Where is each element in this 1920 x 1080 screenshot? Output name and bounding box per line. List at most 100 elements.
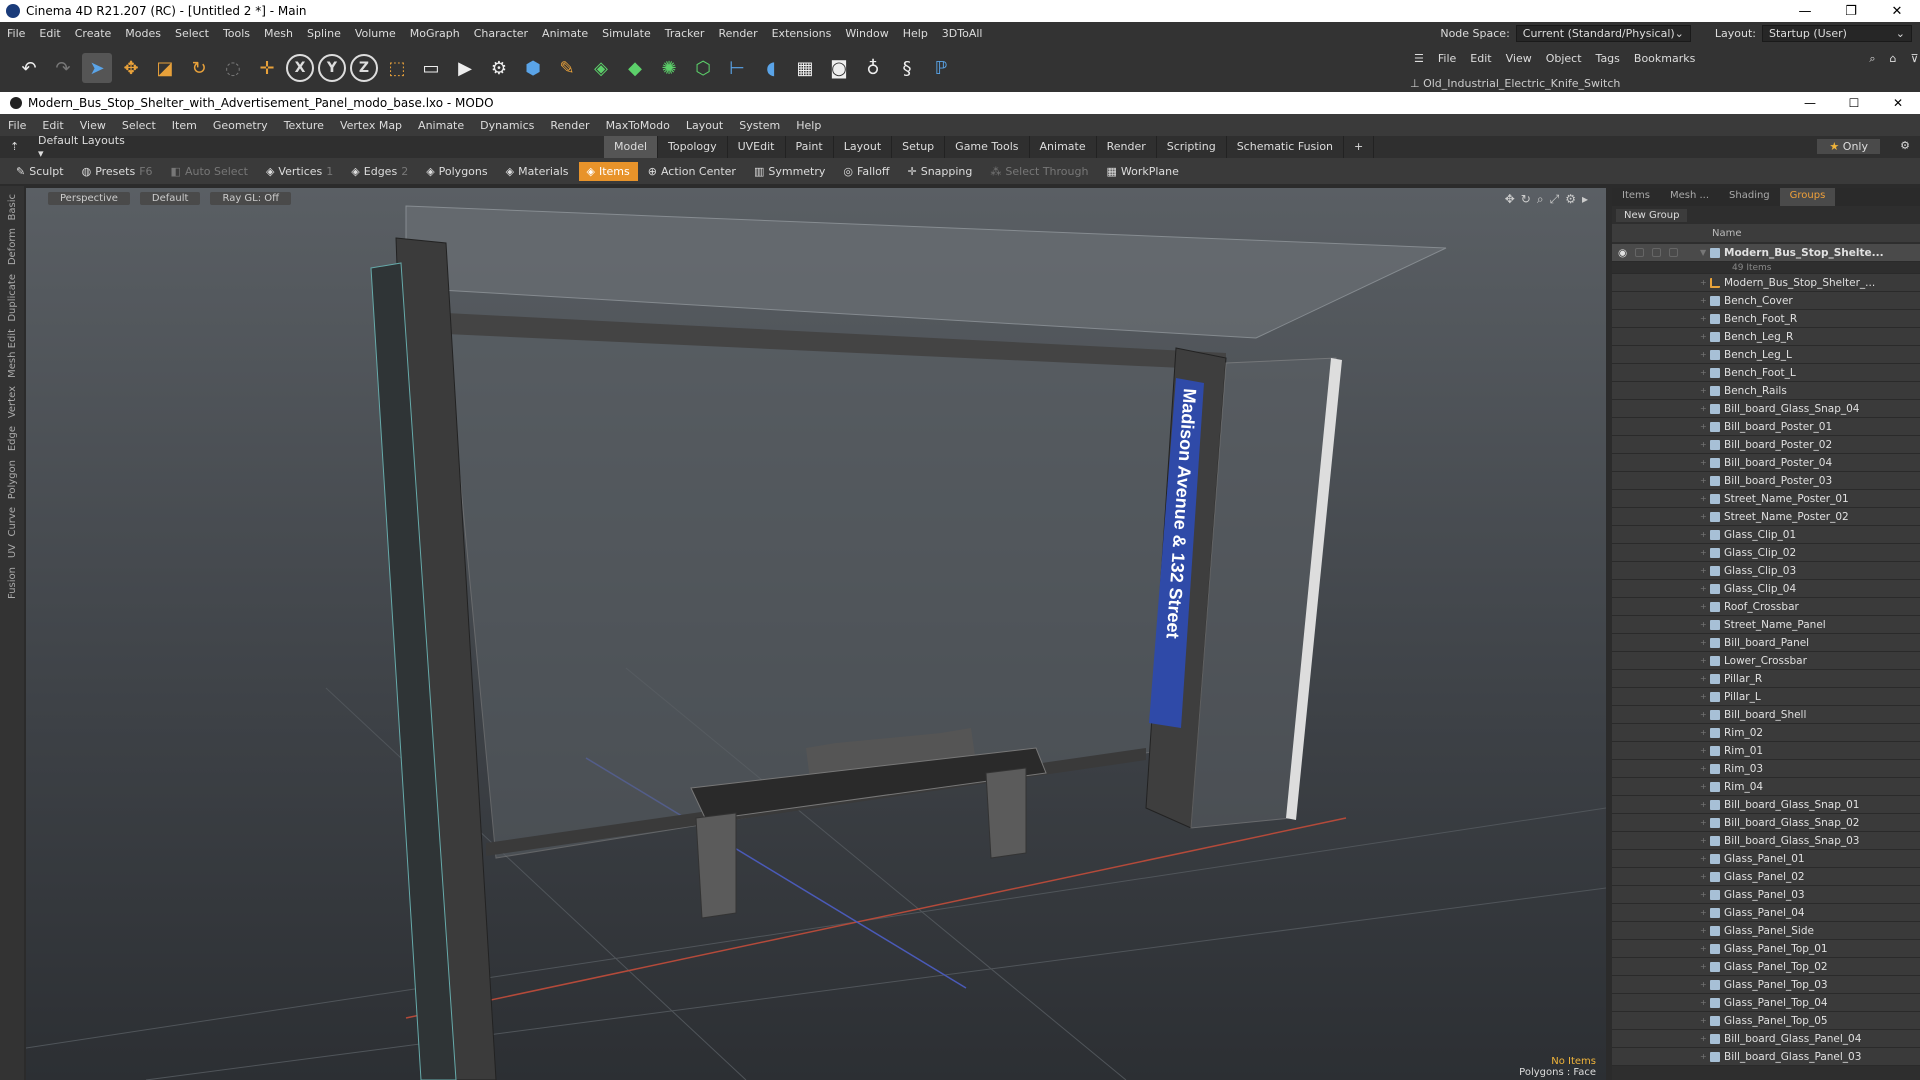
- panel-tab-groups[interactable]: Groups: [1779, 188, 1836, 206]
- list-item[interactable]: + Glass_Panel_01: [1612, 850, 1920, 868]
- row-visibility[interactable]: [1612, 472, 1700, 490]
- extrude-icon[interactable]: ◆: [620, 53, 650, 83]
- expand-icon[interactable]: +: [1700, 962, 1710, 971]
- modo-menu-layout[interactable]: Layout: [678, 119, 731, 132]
- c4d-menu-file[interactable]: File: [0, 27, 32, 40]
- layout-dropdown[interactable]: Startup (User) ⌄: [1762, 24, 1912, 42]
- viewport-settings-icon[interactable]: ⚙: [1565, 192, 1576, 207]
- expand-icon[interactable]: +: [1700, 998, 1710, 1007]
- expand-icon[interactable]: +: [1700, 638, 1710, 647]
- list-item[interactable]: + Pillar_R: [1612, 670, 1920, 688]
- list-item[interactable]: + Glass_Clip_02: [1612, 544, 1920, 562]
- tab-model[interactable]: Model: [604, 136, 659, 158]
- obj-menu-icon[interactable]: ☰: [1414, 52, 1424, 66]
- light-icon[interactable]: ♁: [858, 53, 888, 83]
- c4d-menu-select[interactable]: Select: [168, 27, 216, 40]
- obj-menu-bookmarks[interactable]: Bookmarks: [1634, 52, 1695, 66]
- row-visibility[interactable]: [1612, 364, 1700, 382]
- panel-tab-mesh[interactable]: Mesh ...: [1660, 188, 1719, 206]
- modo-menu-edit[interactable]: Edit: [34, 119, 71, 132]
- modo-menu-geometry[interactable]: Geometry: [205, 119, 276, 132]
- modo-menu-texture[interactable]: Texture: [276, 119, 332, 132]
- row-visibility[interactable]: [1612, 418, 1700, 436]
- list-item[interactable]: + Glass_Panel_Top_05: [1612, 1012, 1920, 1030]
- list-item[interactable]: + Glass_Panel_Top_02: [1612, 958, 1920, 976]
- list-item[interactable]: + Modern_Bus_Stop_Shelter_...: [1612, 274, 1920, 292]
- expand-icon[interactable]: +: [1700, 314, 1710, 323]
- row-visibility[interactable]: [1612, 868, 1700, 886]
- tab-paint[interactable]: Paint: [786, 136, 834, 158]
- row-visibility[interactable]: [1612, 976, 1700, 994]
- expand-icon[interactable]: +: [1700, 386, 1710, 395]
- expand-icon[interactable]: +: [1700, 494, 1710, 503]
- row-visibility[interactable]: [1612, 742, 1700, 760]
- modo-menu-vertex-map[interactable]: Vertex Map: [332, 119, 410, 132]
- row-visibility[interactable]: [1612, 436, 1700, 454]
- list-item[interactable]: + Glass_Panel_04: [1612, 904, 1920, 922]
- row-visibility[interactable]: [1612, 328, 1700, 346]
- expand-icon[interactable]: +: [1700, 368, 1710, 377]
- python-generator-icon[interactable]: §: [892, 53, 922, 83]
- expand-icon[interactable]: +: [1700, 656, 1710, 665]
- home-icon[interactable]: ⌂: [1890, 52, 1897, 66]
- select-cursor-icon[interactable]: ➤: [82, 53, 112, 83]
- tab-render[interactable]: Render: [1097, 136, 1157, 158]
- c4d-menu-volume[interactable]: Volume: [348, 27, 403, 40]
- presets-button[interactable]: ◍ Presets F6: [74, 162, 161, 181]
- c4d-menu-extensions[interactable]: Extensions: [765, 27, 839, 40]
- left-tab-polygon[interactable]: Polygon: [7, 460, 18, 499]
- group-row[interactable]: ◉ ▼ Modern_Bus_Stop_Shelte...: [1612, 244, 1920, 262]
- list-item[interactable]: + Bill_board_Poster_04: [1612, 454, 1920, 472]
- list-item[interactable]: + Glass_Clip_03: [1612, 562, 1920, 580]
- expand-icon[interactable]: +: [1700, 548, 1710, 557]
- name-column-header[interactable]: Name: [1712, 228, 1742, 239]
- list-item[interactable]: + Bill_board_Poster_01: [1612, 418, 1920, 436]
- left-tab-duplicate[interactable]: Duplicate: [7, 274, 18, 322]
- list-item[interactable]: + Rim_04: [1612, 778, 1920, 796]
- move-icon[interactable]: ✥: [116, 53, 146, 83]
- expand-icon[interactable]: +: [1700, 890, 1710, 899]
- recent-tool-icon[interactable]: ◌: [218, 53, 248, 83]
- row-visibility[interactable]: [1612, 580, 1700, 598]
- expand-icon[interactable]: +: [1700, 530, 1710, 539]
- row-visibility[interactable]: [1612, 1048, 1700, 1066]
- modo-menu-animate[interactable]: Animate: [410, 119, 472, 132]
- row-visibility[interactable]: [1612, 490, 1700, 508]
- expand-icon[interactable]: +: [1700, 602, 1710, 611]
- c4d-menu-tracker[interactable]: Tracker: [658, 27, 712, 40]
- raygl-button[interactable]: Ray GL: Off: [210, 192, 292, 205]
- polygons-button[interactable]: ◈ Polygons: [418, 162, 495, 181]
- expand-icon[interactable]: +: [1700, 458, 1710, 467]
- obj-menu-object[interactable]: Object: [1546, 52, 1582, 66]
- list-item[interactable]: + Bill_board_Glass_Snap_01: [1612, 796, 1920, 814]
- row-visibility[interactable]: [1612, 1012, 1700, 1030]
- modo-menu-item[interactable]: Item: [164, 119, 205, 132]
- left-tab-deform[interactable]: Deform: [7, 228, 18, 265]
- c4d-menu-animate[interactable]: Animate: [535, 27, 595, 40]
- rotate-icon[interactable]: ↻: [184, 53, 214, 83]
- list-item[interactable]: + Bill_board_Panel: [1612, 634, 1920, 652]
- list-item[interactable]: + Street_Name_Poster_01: [1612, 490, 1920, 508]
- c4d-menu-tools[interactable]: Tools: [216, 27, 257, 40]
- visibility-toggles[interactable]: ◉: [1612, 244, 1700, 262]
- symmetry-button[interactable]: ▥ Symmetry: [746, 162, 833, 181]
- row-visibility[interactable]: [1612, 562, 1700, 580]
- subdivision-icon[interactable]: ◈: [586, 53, 616, 83]
- list-item[interactable]: + Street_Name_Poster_02: [1612, 508, 1920, 526]
- z-axis-lock-icon[interactable]: Z: [350, 54, 378, 82]
- view-mode-button[interactable]: Perspective: [48, 192, 130, 205]
- tab-layout[interactable]: Layout: [834, 136, 893, 158]
- expand-icon[interactable]: +: [1700, 620, 1710, 629]
- row-visibility[interactable]: [1612, 292, 1700, 310]
- fit-icon[interactable]: ⤢: [1550, 192, 1560, 207]
- modo-menu-view[interactable]: View: [72, 119, 114, 132]
- axis-icon[interactable]: ✛: [252, 53, 282, 83]
- expand-icon[interactable]: +: [1700, 764, 1710, 773]
- list-item[interactable]: + Glass_Panel_Side: [1612, 922, 1920, 940]
- bend-icon[interactable]: ⊢: [722, 53, 752, 83]
- list-item[interactable]: + Lower_Crossbar: [1612, 652, 1920, 670]
- redo-icon[interactable]: ↷: [48, 53, 78, 83]
- list-item[interactable]: + Bill_board_Glass_Snap_02: [1612, 814, 1920, 832]
- tab-uvedit[interactable]: UVEdit: [728, 136, 786, 158]
- python-icon[interactable]: ℙ: [926, 53, 956, 83]
